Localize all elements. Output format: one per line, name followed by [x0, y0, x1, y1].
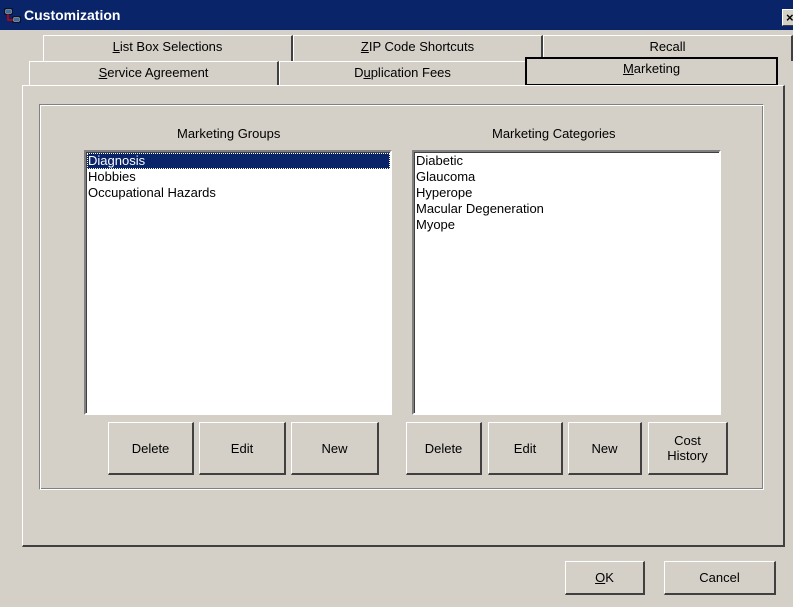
button-label: Delete — [424, 440, 463, 456]
tab-label: ist Box Selections — [119, 39, 223, 54]
tab-duplication-fees[interactable]: Duplication Fees — [279, 61, 527, 85]
tab-marketing[interactable]: Marketing — [525, 57, 778, 86]
marketing-categories-list[interactable]: Diabetic Glaucoma Hyperope Macular Degen… — [412, 150, 721, 415]
title-bar[interactable]: Customization × — [0, 0, 793, 30]
button-label: New — [321, 440, 348, 456]
customization-window: Customization × List Box Selections ZIP … — [0, 0, 793, 607]
categories-edit-button[interactable]: Edit — [488, 422, 563, 475]
tab-label: plication Fees — [370, 65, 451, 80]
tab-label: arketing — [633, 61, 681, 76]
list-item[interactable]: Hobbies — [87, 169, 390, 185]
tab-label: ervice Agreement — [107, 65, 209, 80]
app-icon — [4, 8, 21, 23]
groups-new-button[interactable]: New — [291, 422, 379, 475]
tab-service-agreement[interactable]: Service Agreement — [29, 61, 279, 85]
tab-zip-code-shortcuts[interactable]: ZIP Code Shortcuts — [293, 35, 543, 61]
button-label-line1: Cost — [674, 433, 701, 448]
close-button[interactable]: × — [782, 9, 793, 26]
window-title: Customization — [24, 7, 121, 23]
categories-new-button[interactable]: New — [568, 422, 642, 475]
marketing-groups-list[interactable]: Diagnosis Hobbies Occupational Hazards — [84, 150, 392, 415]
tab-mnemonic: S — [98, 65, 108, 80]
tab-mnemonic: Z — [360, 39, 369, 54]
cancel-button[interactable]: Cancel — [664, 561, 776, 595]
tab-mnemonic: u — [363, 65, 371, 80]
cost-history-button[interactable]: Cost History — [648, 422, 728, 475]
marketing-categories-label: Marketing Categories — [492, 126, 616, 141]
button-label: Delete — [131, 440, 170, 456]
list-item[interactable]: Diabetic — [415, 153, 719, 169]
categories-delete-button[interactable]: Delete — [406, 422, 482, 475]
tab-mnemonic: M — [622, 61, 634, 76]
marketing-groups-label: Marketing Groups — [177, 126, 281, 141]
button-label: Edit — [513, 440, 537, 456]
button-label-line2: History — [667, 448, 708, 463]
list-item[interactable]: Occupational Hazards — [87, 185, 390, 201]
list-item[interactable]: Glaucoma — [415, 169, 719, 185]
list-item[interactable]: Macular Degeneration — [415, 201, 719, 217]
ok-label: K — [605, 570, 614, 585]
tab-label: IP Code Shortcuts — [368, 39, 475, 54]
tab-label: Recall — [649, 39, 686, 54]
groups-delete-button[interactable]: Delete — [108, 422, 194, 475]
close-icon: × — [786, 10, 793, 25]
list-item[interactable]: Diagnosis — [87, 153, 390, 169]
button-label: New — [591, 440, 618, 456]
list-item[interactable]: Myope — [415, 217, 719, 233]
tab-list-box-selections[interactable]: List Box Selections — [43, 35, 293, 61]
ok-button[interactable]: OK — [565, 561, 645, 595]
ok-mnemonic: O — [595, 570, 606, 585]
list-item[interactable]: Hyperope — [415, 185, 719, 201]
tab-mnemonic: L — [112, 39, 120, 54]
button-label: Cancel — [699, 570, 740, 585]
button-label: Edit — [230, 440, 254, 456]
groups-edit-button[interactable]: Edit — [199, 422, 286, 475]
